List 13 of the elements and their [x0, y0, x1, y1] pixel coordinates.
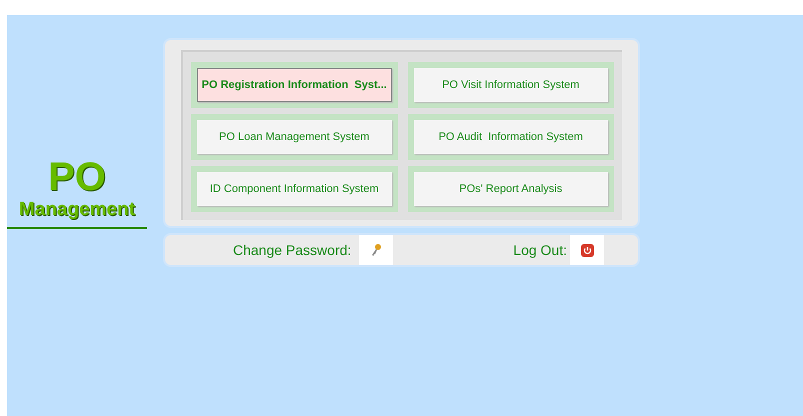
- system-button[interactable]: PO Loan Management System: [197, 120, 392, 154]
- brand-title: PO: [48, 155, 106, 199]
- system-button[interactable]: PO Visit Information System: [414, 68, 608, 102]
- system-button[interactable]: PO Registration Information Syst...: [197, 68, 392, 102]
- system-button[interactable]: PO Audit Information System: [414, 120, 608, 154]
- system-button[interactable]: POs' Report Analysis: [414, 172, 608, 206]
- log-out-button[interactable]: [570, 235, 604, 265]
- log-out-label: Log Out:: [513, 240, 567, 260]
- system-button[interactable]: ID Component Information System: [197, 172, 392, 206]
- power-icon: [580, 244, 594, 256]
- change-password-label: Change Password:: [233, 240, 352, 260]
- brand-subtitle: Management: [18, 199, 136, 221]
- key-icon: [370, 243, 382, 257]
